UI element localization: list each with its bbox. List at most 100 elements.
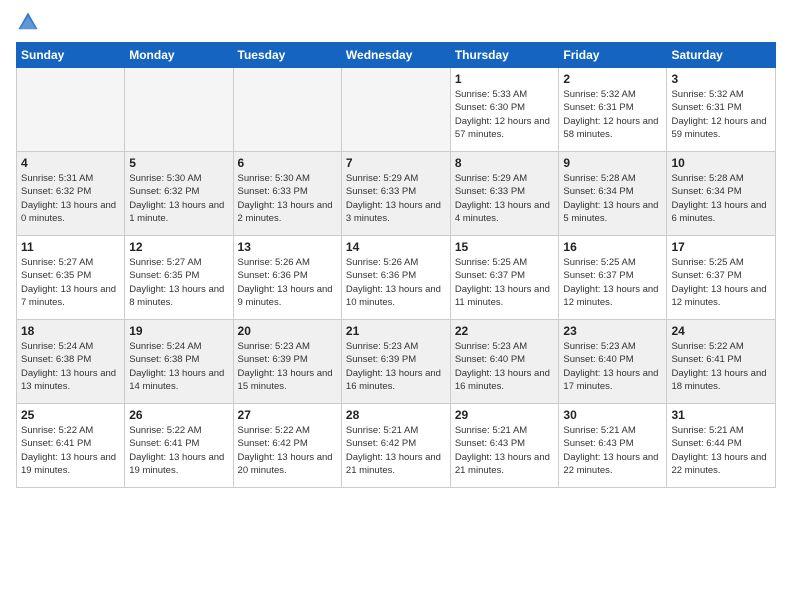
day-number: 12 <box>129 240 228 254</box>
day-info: Sunrise: 5:21 AM Sunset: 6:43 PM Dayligh… <box>563 424 662 477</box>
day-info: Sunrise: 5:23 AM Sunset: 6:39 PM Dayligh… <box>346 340 446 393</box>
calendar-day-cell: 26 Sunrise: 5:22 AM Sunset: 6:41 PM Dayli… <box>125 404 233 488</box>
calendar-day-header: Thursday <box>450 43 559 68</box>
day-number: 3 <box>671 72 771 86</box>
calendar-day-cell: 24 Sunrise: 5:22 AM Sunset: 6:41 PM Dayli… <box>667 320 776 404</box>
calendar-day-cell: 27 Sunrise: 5:22 AM Sunset: 6:42 PM Dayli… <box>233 404 341 488</box>
calendar-day-cell: 6 Sunrise: 5:30 AM Sunset: 6:33 PM Daylig… <box>233 152 341 236</box>
calendar-day-header: Wednesday <box>341 43 450 68</box>
day-info: Sunrise: 5:27 AM Sunset: 6:35 PM Dayligh… <box>21 256 120 309</box>
day-number: 6 <box>238 156 337 170</box>
day-info: Sunrise: 5:22 AM Sunset: 6:41 PM Dayligh… <box>21 424 120 477</box>
calendar-day-cell: 25 Sunrise: 5:22 AM Sunset: 6:41 PM Dayli… <box>17 404 125 488</box>
calendar-day-cell: 21 Sunrise: 5:23 AM Sunset: 6:39 PM Dayli… <box>341 320 450 404</box>
day-number: 24 <box>671 324 771 338</box>
calendar-week-row: 18 Sunrise: 5:24 AM Sunset: 6:38 PM Dayli… <box>17 320 776 404</box>
day-info: Sunrise: 5:29 AM Sunset: 6:33 PM Dayligh… <box>346 172 446 225</box>
day-info: Sunrise: 5:22 AM Sunset: 6:41 PM Dayligh… <box>129 424 228 477</box>
calendar-day-cell: 15Sunrise: 5:25 AM Sunset: 6:37 PM Dayli… <box>450 236 559 320</box>
day-number: 10 <box>671 156 771 170</box>
day-number: 2 <box>563 72 662 86</box>
day-info: Sunrise: 5:30 AM Sunset: 6:32 PM Dayligh… <box>129 172 228 225</box>
calendar-day-cell: 2 Sunrise: 5:32 AM Sunset: 6:31 PM Daylig… <box>559 68 667 152</box>
calendar-day-cell: 12 Sunrise: 5:27 AM Sunset: 6:35 PM Dayli… <box>125 236 233 320</box>
day-info: Sunrise: 5:25 AM Sunset: 6:37 PM Dayligh… <box>671 256 771 309</box>
day-info: Sunrise: 5:22 AM Sunset: 6:42 PM Dayligh… <box>238 424 337 477</box>
calendar-day-cell: 13 Sunrise: 5:26 AM Sunset: 6:36 PM Dayli… <box>233 236 341 320</box>
calendar-day-cell: 30 Sunrise: 5:21 AM Sunset: 6:43 PM Dayli… <box>559 404 667 488</box>
day-info: Sunrise: 5:22 AM Sunset: 6:41 PM Dayligh… <box>671 340 771 393</box>
day-number: 8 <box>455 156 555 170</box>
day-number: 13 <box>238 240 337 254</box>
day-number: 20 <box>238 324 337 338</box>
calendar-day-header: Tuesday <box>233 43 341 68</box>
calendar-day-cell <box>17 68 125 152</box>
day-info: Sunrise: 5:30 AM Sunset: 6:33 PM Dayligh… <box>238 172 337 225</box>
calendar-day-cell: 14 Sunrise: 5:26 AM Sunset: 6:36 PM Dayli… <box>341 236 450 320</box>
day-info: Sunrise: 5:28 AM Sunset: 6:34 PM Dayligh… <box>563 172 662 225</box>
day-number: 11 <box>21 240 120 254</box>
day-number: 22 <box>455 324 555 338</box>
calendar-day-cell: 29 Sunrise: 5:21 AM Sunset: 6:43 PM Dayli… <box>450 404 559 488</box>
calendar-day-cell: 16 Sunrise: 5:25 AM Sunset: 6:37 PM Dayli… <box>559 236 667 320</box>
day-info: Sunrise: 5:21 AM Sunset: 6:42 PM Dayligh… <box>346 424 446 477</box>
day-number: 14 <box>346 240 446 254</box>
day-number: 4 <box>21 156 120 170</box>
header <box>16 10 776 34</box>
calendar-day-cell: 7 Sunrise: 5:29 AM Sunset: 6:33 PM Daylig… <box>341 152 450 236</box>
page: SundayMondayTuesdayWednesdayThursdayFrid… <box>0 0 792 612</box>
calendar-day-cell: 3Sunrise: 5:32 AM Sunset: 6:31 PM Daylig… <box>667 68 776 152</box>
day-info: Sunrise: 5:23 AM Sunset: 6:40 PM Dayligh… <box>455 340 555 393</box>
day-info: Sunrise: 5:33 AM Sunset: 6:30 PM Dayligh… <box>455 88 555 141</box>
day-number: 31 <box>671 408 771 422</box>
day-number: 28 <box>346 408 446 422</box>
calendar-week-row: 11 Sunrise: 5:27 AM Sunset: 6:35 PM Dayli… <box>17 236 776 320</box>
day-info: Sunrise: 5:21 AM Sunset: 6:44 PM Dayligh… <box>671 424 771 477</box>
calendar-header-row: SundayMondayTuesdayWednesdayThursdayFrid… <box>17 43 776 68</box>
day-number: 27 <box>238 408 337 422</box>
day-info: Sunrise: 5:26 AM Sunset: 6:36 PM Dayligh… <box>346 256 446 309</box>
day-number: 25 <box>21 408 120 422</box>
day-info: Sunrise: 5:26 AM Sunset: 6:36 PM Dayligh… <box>238 256 337 309</box>
day-number: 7 <box>346 156 446 170</box>
calendar-day-header: Friday <box>559 43 667 68</box>
logo <box>16 10 44 34</box>
day-number: 29 <box>455 408 555 422</box>
day-info: Sunrise: 5:29 AM Sunset: 6:33 PM Dayligh… <box>455 172 555 225</box>
calendar-day-header: Monday <box>125 43 233 68</box>
calendar-day-cell <box>125 68 233 152</box>
day-info: Sunrise: 5:23 AM Sunset: 6:39 PM Dayligh… <box>238 340 337 393</box>
calendar-day-cell: 8 Sunrise: 5:29 AM Sunset: 6:33 PM Daylig… <box>450 152 559 236</box>
day-info: Sunrise: 5:32 AM Sunset: 6:31 PM Dayligh… <box>563 88 662 141</box>
day-number: 30 <box>563 408 662 422</box>
day-info: Sunrise: 5:27 AM Sunset: 6:35 PM Dayligh… <box>129 256 228 309</box>
calendar-day-cell: 1Sunrise: 5:33 AM Sunset: 6:30 PM Daylig… <box>450 68 559 152</box>
day-info: Sunrise: 5:28 AM Sunset: 6:34 PM Dayligh… <box>671 172 771 225</box>
day-info: Sunrise: 5:24 AM Sunset: 6:38 PM Dayligh… <box>21 340 120 393</box>
calendar-week-row: 4 Sunrise: 5:31 AM Sunset: 6:32 PM Daylig… <box>17 152 776 236</box>
day-info: Sunrise: 5:24 AM Sunset: 6:38 PM Dayligh… <box>129 340 228 393</box>
day-number: 17 <box>671 240 771 254</box>
day-info: Sunrise: 5:31 AM Sunset: 6:32 PM Dayligh… <box>21 172 120 225</box>
day-number: 19 <box>129 324 228 338</box>
day-number: 18 <box>21 324 120 338</box>
day-number: 23 <box>563 324 662 338</box>
calendar-week-row: 25 Sunrise: 5:22 AM Sunset: 6:41 PM Dayli… <box>17 404 776 488</box>
day-number: 9 <box>563 156 662 170</box>
calendar-day-cell: 11 Sunrise: 5:27 AM Sunset: 6:35 PM Dayli… <box>17 236 125 320</box>
logo-icon <box>16 10 40 34</box>
day-info: Sunrise: 5:25 AM Sunset: 6:37 PM Dayligh… <box>455 256 555 309</box>
day-info: Sunrise: 5:23 AM Sunset: 6:40 PM Dayligh… <box>563 340 662 393</box>
calendar-day-cell: 19 Sunrise: 5:24 AM Sunset: 6:38 PM Dayli… <box>125 320 233 404</box>
calendar-day-cell: 23 Sunrise: 5:23 AM Sunset: 6:40 PM Dayli… <box>559 320 667 404</box>
calendar-day-cell: 18 Sunrise: 5:24 AM Sunset: 6:38 PM Dayli… <box>17 320 125 404</box>
day-info: Sunrise: 5:25 AM Sunset: 6:37 PM Dayligh… <box>563 256 662 309</box>
day-number: 21 <box>346 324 446 338</box>
day-info: Sunrise: 5:21 AM Sunset: 6:43 PM Dayligh… <box>455 424 555 477</box>
calendar-day-cell: 5Sunrise: 5:30 AM Sunset: 6:32 PM Daylig… <box>125 152 233 236</box>
calendar-day-cell: 22 Sunrise: 5:23 AM Sunset: 6:40 PM Dayli… <box>450 320 559 404</box>
day-number: 26 <box>129 408 228 422</box>
calendar-day-cell <box>341 68 450 152</box>
day-number: 16 <box>563 240 662 254</box>
calendar-week-row: 1Sunrise: 5:33 AM Sunset: 6:30 PM Daylig… <box>17 68 776 152</box>
